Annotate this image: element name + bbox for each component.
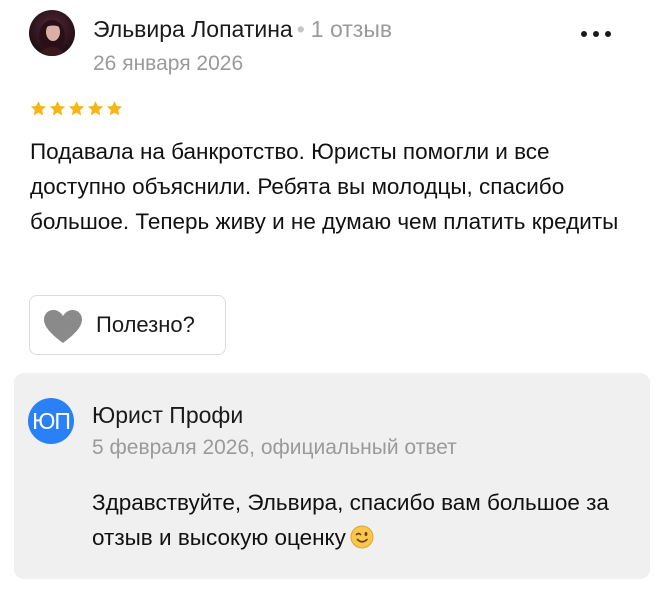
reply-author-name[interactable]: Юрист Профи: [92, 401, 243, 429]
star-icon: [68, 100, 85, 117]
more-dots-icon[interactable]: [578, 24, 614, 44]
star-icon: [49, 100, 66, 117]
review-date: 26 января 2026: [93, 52, 244, 75]
author-name[interactable]: Эльвира Лопатина: [93, 16, 293, 42]
reply-meta: 5 февраля 2026, официальный ответ: [92, 436, 457, 459]
useful-button[interactable]: Полезно?: [29, 295, 226, 355]
useful-label: Полезно?: [96, 312, 195, 337]
reply-text: Здравствуйте, Эльвира, спасибо вам больш…: [92, 485, 632, 555]
author-review-count[interactable]: 1 отзыв: [311, 16, 392, 42]
winking-face-icon: [350, 524, 374, 549]
separator: •: [296, 16, 305, 42]
author-line: Эльвира Лопатина • 1 отзыв: [93, 15, 392, 43]
rating-stars: [30, 100, 123, 122]
review-text: Подавала на банкротство. Юристы помогли …: [30, 139, 619, 234]
author-avatar[interactable]: [29, 10, 75, 56]
star-icon: [87, 100, 104, 117]
reply-avatar[interactable]: ЮП: [28, 398, 74, 444]
heart-icon: [44, 310, 82, 344]
official-reply: ЮП Юрист Профи 5 февраля 2026, официальн…: [14, 373, 650, 579]
star-icon: [30, 100, 47, 117]
star-icon: [106, 100, 123, 117]
